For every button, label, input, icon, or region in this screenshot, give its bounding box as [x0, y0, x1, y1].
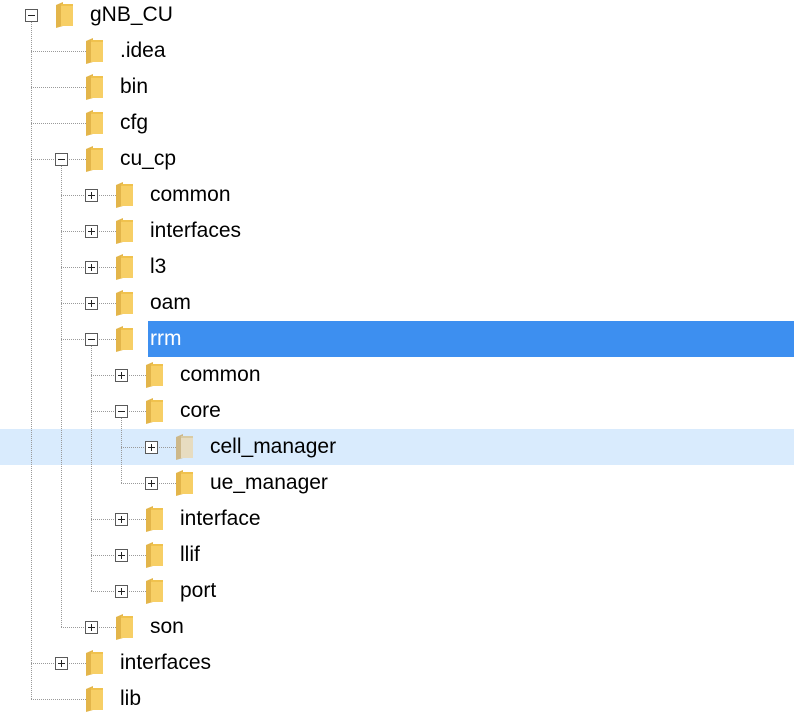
collapse-toggle-icon[interactable] — [115, 405, 128, 418]
tree-node-label[interactable]: l3 — [148, 249, 168, 285]
folder-icon — [144, 577, 166, 605]
tree-node-label[interactable]: llif — [178, 537, 202, 573]
tree-node-label[interactable]: ue_manager — [208, 465, 330, 501]
expand-toggle-icon[interactable] — [85, 261, 98, 274]
folder-icon — [144, 505, 166, 533]
folder-icon — [84, 73, 106, 101]
expand-toggle-icon[interactable] — [145, 477, 158, 490]
tree-node-label[interactable]: son — [148, 609, 186, 645]
expand-toggle-icon[interactable] — [115, 585, 128, 598]
folder-icon — [84, 109, 106, 137]
tree-node-label[interactable]: gNB_CU — [88, 0, 175, 33]
expand-toggle-icon[interactable] — [115, 549, 128, 562]
folder-icon — [84, 145, 106, 173]
collapse-toggle-icon[interactable] — [55, 153, 68, 166]
tree-node-label[interactable]: port — [178, 573, 218, 609]
tree-node-label[interactable]: lib — [118, 681, 143, 717]
tree-node-label[interactable]: cu_cp — [118, 141, 178, 177]
tree-node-label[interactable]: interface — [178, 501, 263, 537]
folder-icon — [84, 37, 106, 65]
tree-node-label[interactable]: cfg — [118, 105, 150, 141]
tree-node-label[interactable]: common — [178, 357, 263, 393]
expand-toggle-icon[interactable] — [55, 657, 68, 670]
expand-toggle-icon[interactable] — [115, 513, 128, 526]
folder-icon — [84, 649, 106, 677]
folder-icon — [84, 685, 106, 713]
tree-node-label[interactable]: .idea — [118, 33, 168, 69]
collapse-toggle-icon[interactable] — [85, 333, 98, 346]
folder-icon — [114, 181, 136, 209]
tree-node-label[interactable]: interfaces — [118, 645, 213, 681]
tree-node-label[interactable]: common — [148, 177, 233, 213]
expand-toggle-icon[interactable] — [145, 441, 158, 454]
tree-node-label[interactable]: rrm — [148, 321, 794, 357]
expand-toggle-icon[interactable] — [85, 621, 98, 634]
expand-toggle-icon[interactable] — [115, 369, 128, 382]
folder-icon — [114, 289, 136, 317]
expand-toggle-icon[interactable] — [85, 225, 98, 238]
folder-icon — [144, 397, 166, 425]
expand-toggle-icon[interactable] — [85, 297, 98, 310]
tree-node-label[interactable]: core — [178, 393, 223, 429]
tree-row-cell-manager-12[interactable] — [0, 429, 794, 465]
folder-icon — [114, 217, 136, 245]
tree-row-ue-manager-13[interactable] — [0, 465, 794, 501]
folder-icon — [114, 325, 136, 353]
tree-node-label[interactable]: bin — [118, 69, 150, 105]
tree-node-label[interactable]: interfaces — [148, 213, 243, 249]
folder-icon — [114, 613, 136, 641]
folder-icon — [54, 1, 76, 29]
tree-node-label[interactable]: oam — [148, 285, 193, 321]
folder-icon — [114, 253, 136, 281]
collapse-toggle-icon[interactable] — [25, 9, 38, 22]
folder-icon — [174, 433, 196, 461]
folder-tree[interactable]: gNB_CU .idea bin cfg cu_cp common interfaces l3… — [0, 0, 794, 720]
folder-icon — [144, 361, 166, 389]
expand-toggle-icon[interactable] — [85, 189, 98, 202]
folder-icon — [174, 469, 196, 497]
tree-node-label[interactable]: cell_manager — [208, 429, 338, 465]
folder-icon — [144, 541, 166, 569]
